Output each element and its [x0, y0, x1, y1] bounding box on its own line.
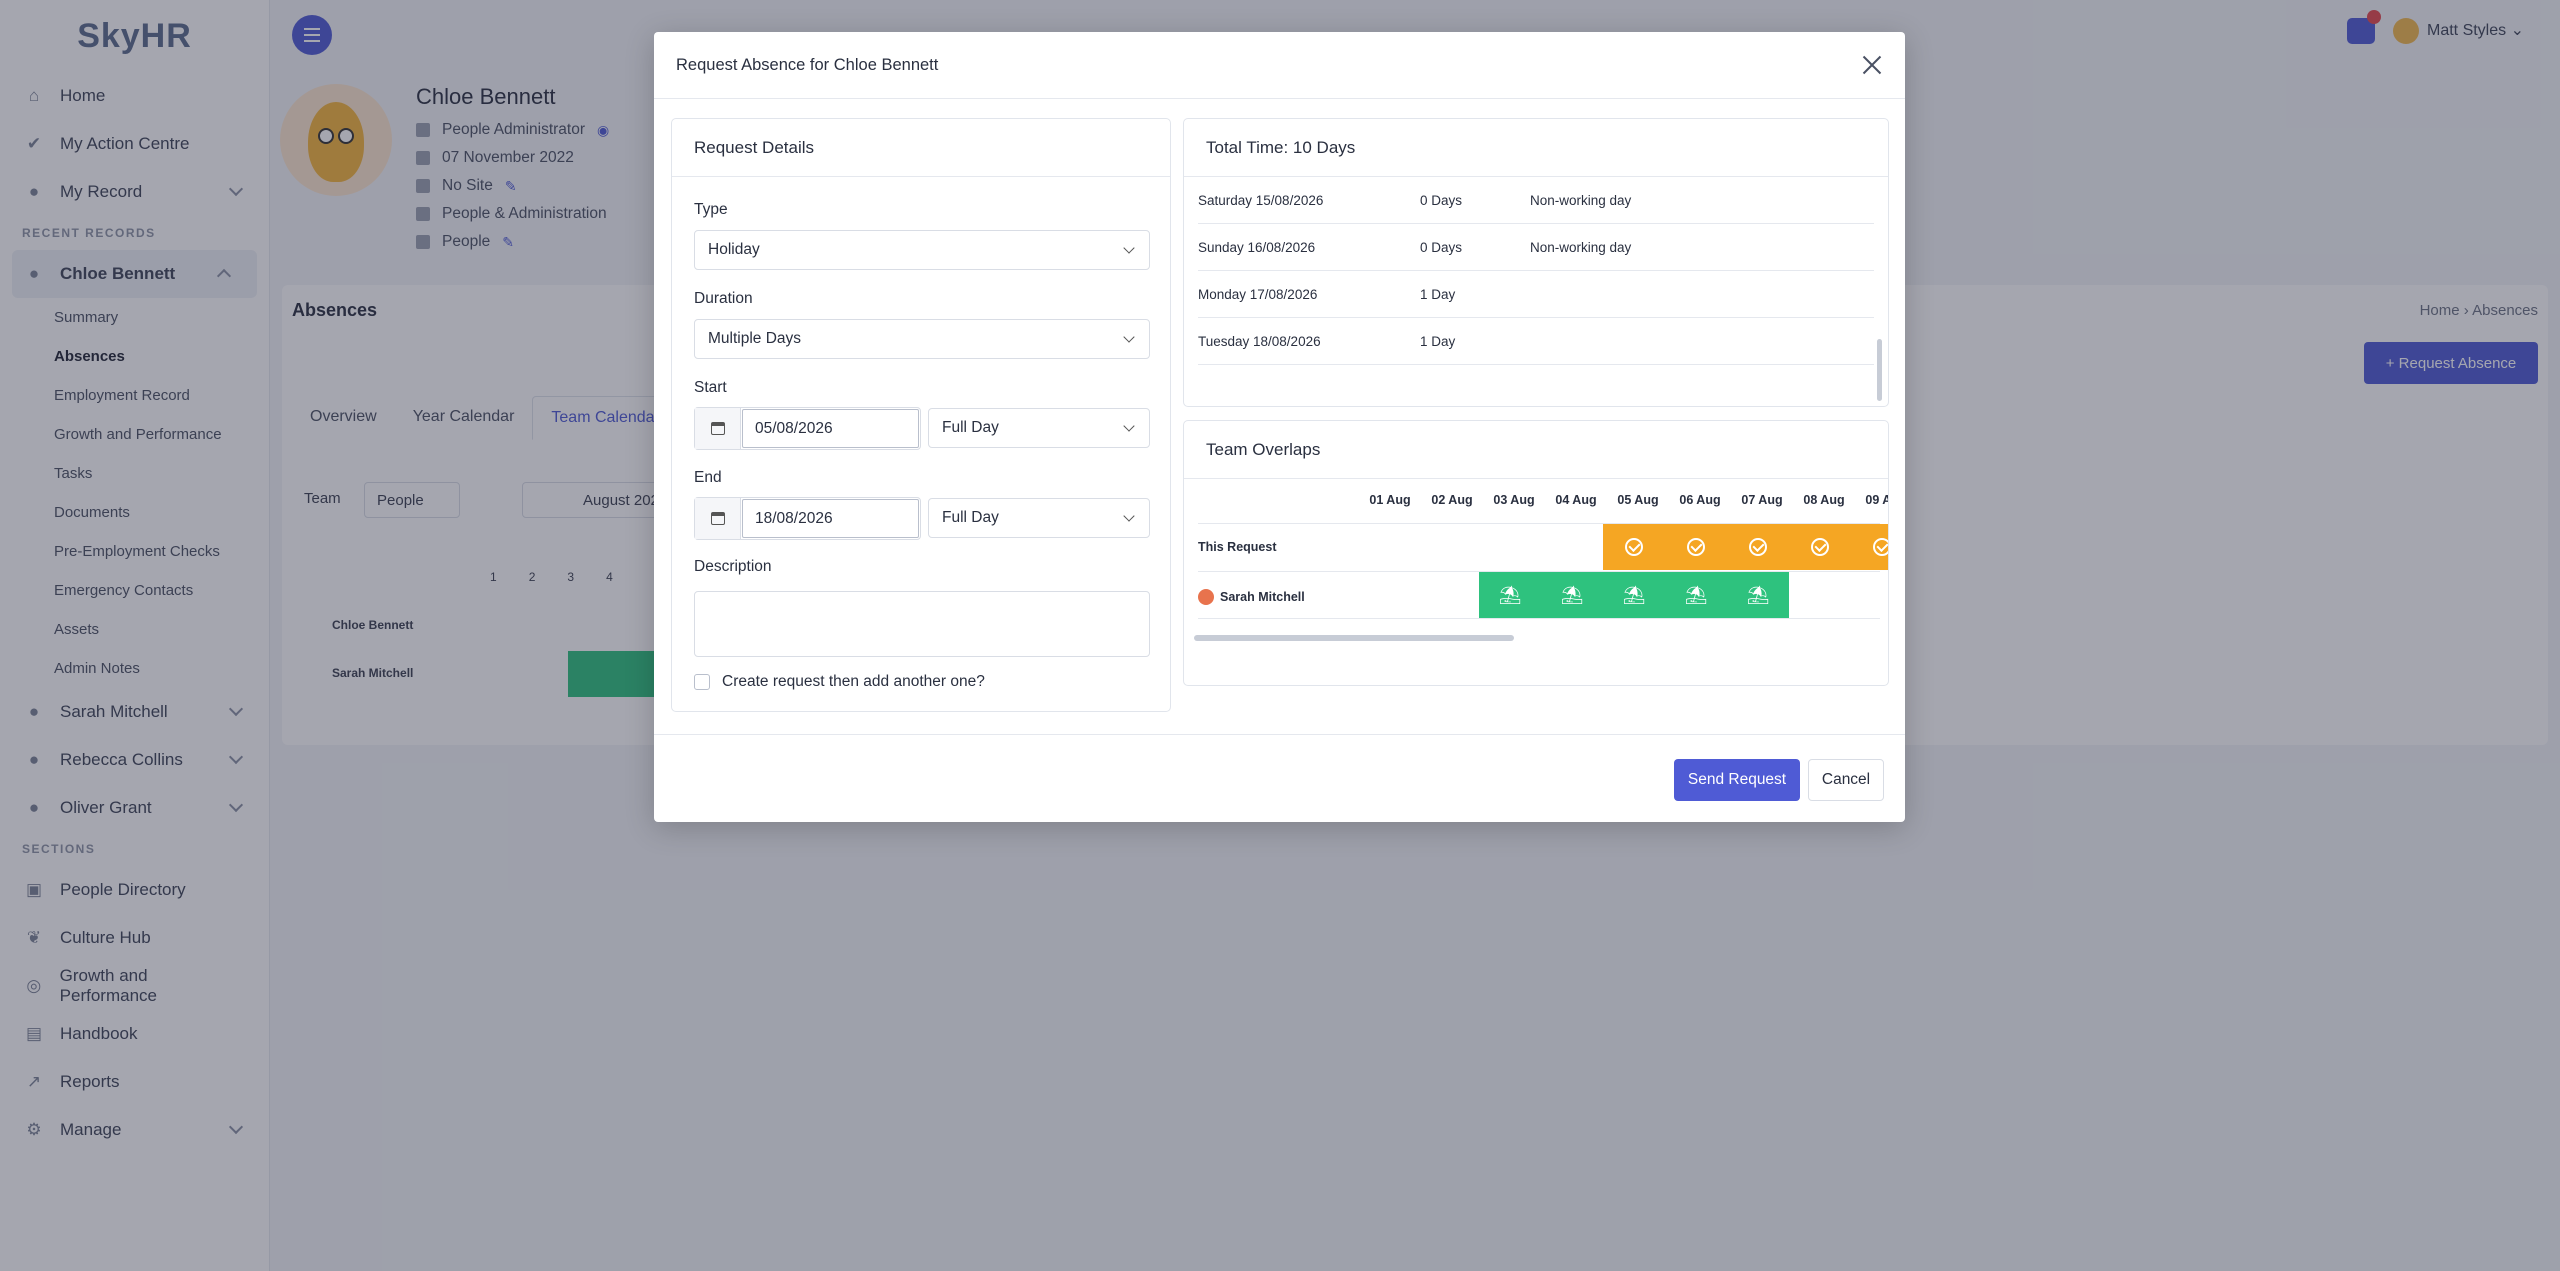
total-time-heading: Total Time: 10 Days: [1184, 119, 1888, 177]
description-label: Description: [694, 558, 772, 575]
day-amount: 0 Days: [1420, 192, 1463, 208]
overlap-date-header: 09 Aug: [1865, 493, 1888, 507]
beach-umbrella-icon: ⛱: [1560, 584, 1584, 605]
beach-umbrella-icon: ⛱: [1498, 584, 1522, 605]
overlap-date-header: 02 Aug: [1431, 493, 1473, 507]
day-note: Non-working day: [1530, 239, 1632, 255]
end-label: End: [694, 469, 722, 486]
overlap-date-header: 05 Aug: [1617, 493, 1659, 507]
close-icon[interactable]: [1861, 54, 1883, 76]
request-details-panel: Request Details Type Holiday Duration Mu…: [671, 118, 1171, 712]
team-overlaps-heading: Team Overlaps: [1184, 421, 1888, 479]
overlap-date-header: 07 Aug: [1741, 493, 1783, 507]
overlap-date-header: 04 Aug: [1555, 493, 1597, 507]
add-another-checkbox[interactable]: [694, 674, 710, 690]
description-textarea[interactable]: [694, 591, 1150, 657]
day-amount: 1 Day: [1420, 333, 1456, 349]
duration-label: Duration: [694, 290, 753, 307]
avatar: [1198, 589, 1214, 605]
modal-title: Request Absence for Chloe Bennett: [676, 55, 939, 74]
overlap-date-header: 03 Aug: [1493, 493, 1535, 507]
end-date-input[interactable]: 18/08/2026: [742, 499, 919, 538]
type-select-value: Holiday: [708, 241, 760, 258]
modal-footer: Send Request Cancel: [654, 734, 1905, 822]
request-day-cell: [1603, 524, 1665, 570]
start-label: Start: [694, 379, 727, 396]
end-part-value: Full Day: [942, 509, 999, 526]
overlap-date-header: 08 Aug: [1803, 493, 1845, 507]
beach-umbrella-icon: ⛱: [1622, 584, 1646, 605]
send-request-button[interactable]: Send Request: [1674, 759, 1800, 801]
end-part-select[interactable]: Full Day: [928, 498, 1150, 538]
request-details-heading: Request Details: [672, 119, 1170, 177]
day-amount: 1 Day: [1420, 286, 1456, 302]
days-list[interactable]: Saturday 15/08/2026 0 Days Non-working d…: [1184, 177, 1888, 406]
person-absence-cell[interactable]: ⛱: [1727, 572, 1789, 618]
overlap-person-name: Sarah Mitchell: [1220, 590, 1305, 604]
overlap-divider: [1198, 618, 1880, 619]
start-date-input[interactable]: 05/08/2026: [742, 409, 919, 448]
start-part-select[interactable]: Full Day: [928, 408, 1150, 448]
total-time-panel: Total Time: 10 Days Saturday 15/08/2026 …: [1183, 118, 1889, 407]
request-day-cell: [1727, 524, 1789, 570]
vertical-scrollbar[interactable]: [1877, 339, 1882, 401]
check-icon: [1749, 538, 1767, 556]
overlaps-grid: 01 Aug 02 Aug 03 Aug 04 Aug 05 Aug 06 Au…: [1184, 479, 1888, 685]
check-icon: [1687, 538, 1705, 556]
day-row: Tuesday 18/08/2026 1 Day: [1198, 318, 1874, 365]
start-part-value: Full Day: [942, 419, 999, 436]
check-icon: [1811, 538, 1829, 556]
add-another-row: Create request then add another one?: [694, 673, 985, 691]
duration-select-value: Multiple Days: [708, 330, 802, 347]
request-absence-modal: Request Absence for Chloe Bennett Reques…: [654, 32, 1905, 822]
modal-header: Request Absence for Chloe Bennett: [654, 32, 1905, 99]
team-overlaps-panel: Team Overlaps 01 Aug 02 Aug 03 Aug 04 Au…: [1183, 420, 1889, 686]
day-row: Monday 17/08/2026 1 Day: [1198, 271, 1874, 318]
horizontal-scrollbar[interactable]: [1194, 635, 1514, 641]
chevron-down-icon: [1123, 331, 1135, 343]
overlap-person-row: Sarah Mitchell: [1198, 589, 1305, 605]
request-day-cell: [1851, 524, 1888, 570]
request-day-cell: [1789, 524, 1851, 570]
overlap-date-header: 06 Aug: [1679, 493, 1721, 507]
check-icon: [1625, 538, 1643, 556]
day-date: Saturday 15/08/2026: [1198, 192, 1324, 208]
calendar-icon: [710, 422, 725, 435]
person-absence-cell[interactable]: ⛱: [1541, 572, 1603, 618]
day-date: Tuesday 18/08/2026: [1198, 333, 1321, 349]
cancel-button[interactable]: Cancel: [1808, 759, 1884, 801]
chevron-down-icon: [1123, 242, 1135, 254]
end-date-field[interactable]: 18/08/2026: [694, 497, 921, 540]
person-absence-cell[interactable]: ⛱: [1665, 572, 1727, 618]
calendar-icon: [710, 512, 725, 525]
type-label: Type: [694, 201, 728, 218]
start-date-field[interactable]: 05/08/2026: [694, 407, 921, 450]
chevron-down-icon: [1123, 510, 1135, 522]
type-select[interactable]: Holiday: [694, 230, 1150, 270]
overlap-date-header: 01 Aug: [1369, 493, 1411, 507]
request-day-cell: [1665, 524, 1727, 570]
day-row: Sunday 16/08/2026 0 Days Non-working day: [1198, 224, 1874, 271]
calendar-button[interactable]: [695, 408, 741, 449]
chevron-down-icon: [1123, 420, 1135, 432]
calendar-button[interactable]: [695, 498, 741, 539]
person-absence-cell[interactable]: ⛱: [1479, 572, 1541, 618]
this-request-label: This Request: [1198, 540, 1277, 554]
add-another-label[interactable]: Create request then add another one?: [722, 673, 985, 691]
beach-umbrella-icon: ⛱: [1746, 584, 1770, 605]
beach-umbrella-icon: ⛱: [1684, 584, 1708, 605]
day-date: Sunday 16/08/2026: [1198, 239, 1316, 255]
day-date: Monday 17/08/2026: [1198, 286, 1318, 302]
day-note: Non-working day: [1530, 192, 1632, 208]
duration-select[interactable]: Multiple Days: [694, 319, 1150, 359]
day-amount: 0 Days: [1420, 239, 1463, 255]
day-row: Saturday 15/08/2026 0 Days Non-working d…: [1198, 177, 1874, 224]
check-icon: [1873, 538, 1888, 556]
person-absence-cell[interactable]: ⛱: [1603, 572, 1665, 618]
